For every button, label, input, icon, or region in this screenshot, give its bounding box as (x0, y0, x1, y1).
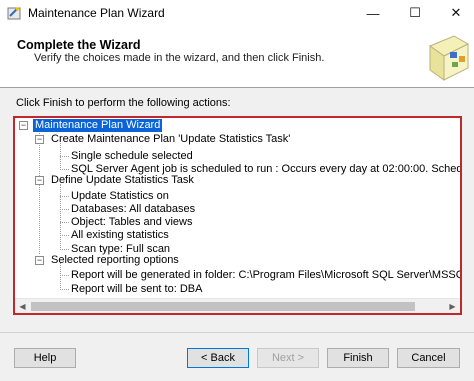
tree-connector (39, 131, 40, 254)
window-title: Maintenance Plan Wizard (28, 6, 165, 20)
actions-tree[interactable]: − Maintenance Plan Wizard − Create Maint… (13, 116, 462, 315)
minimize-button[interactable]: — (355, 0, 391, 26)
footer-divider (0, 332, 474, 333)
tree-node-root[interactable]: Maintenance Plan Wizard (33, 119, 163, 132)
collapse-icon[interactable]: − (19, 121, 28, 130)
horizontal-scrollbar[interactable]: ◀ ▶ (15, 298, 460, 313)
tree-connector (60, 169, 69, 170)
maximize-button[interactable]: ☐ (397, 0, 433, 26)
tree-node-item[interactable]: Databases: All databases (71, 203, 195, 216)
close-icon: ✕ (450, 5, 462, 20)
tree-connector (60, 249, 69, 250)
instruction-text: Click Finish to perform the following ac… (16, 97, 231, 109)
collapse-icon[interactable]: − (35, 256, 44, 265)
collapse-icon[interactable]: − (35, 176, 44, 185)
wizard-header: Complete the Wizard Verify the choices m… (0, 26, 474, 88)
tree-connector (60, 184, 61, 250)
next-button[interactable]: Next > (257, 348, 319, 368)
back-button[interactable]: < Back (187, 348, 249, 368)
tree-node-item[interactable]: Report will be sent to: DBA (71, 283, 202, 296)
tree-viewport: − Maintenance Plan Wizard − Create Maint… (15, 118, 460, 298)
page-subtitle: Verify the choices made in the wizard, a… (34, 52, 325, 64)
tree-connector (60, 263, 61, 290)
tree-connector (60, 196, 69, 197)
tree-node-group[interactable]: Create Maintenance Plan 'Update Statisti… (51, 133, 290, 146)
tree-node-item[interactable]: All existing statistics (71, 229, 169, 242)
title-bar: Maintenance Plan Wizard — ☐ ✕ (0, 0, 474, 26)
tree-node-item[interactable]: Object: Tables and views (71, 216, 192, 229)
scroll-right-icon[interactable]: ▶ (445, 299, 460, 313)
wizard-banner-icon (428, 35, 470, 81)
tree-node-item[interactable]: Report will be generated in folder: C:\P… (71, 269, 460, 282)
tree-connector (60, 275, 69, 276)
help-button[interactable]: Help (14, 348, 76, 368)
scroll-left-icon[interactable]: ◀ (15, 299, 30, 313)
tree-connector (60, 156, 69, 157)
minimize-icon: — (366, 5, 380, 21)
cancel-button[interactable]: Cancel (397, 348, 460, 368)
maximize-icon: ☐ (409, 5, 421, 20)
tree-node-group[interactable]: Define Update Statistics Task (51, 174, 194, 187)
finish-button[interactable]: Finish (327, 348, 389, 368)
tree-connector (60, 235, 69, 236)
tree-connector (60, 289, 69, 290)
page-title: Complete the Wizard (17, 38, 141, 52)
tree-connector (60, 209, 69, 210)
tree-node-item[interactable]: Single schedule selected (71, 150, 193, 163)
tree-node-group[interactable]: Selected reporting options (51, 254, 179, 267)
wizard-icon (7, 7, 21, 20)
close-button[interactable]: ✕ (438, 0, 474, 26)
collapse-icon[interactable]: − (35, 135, 44, 144)
tree-node-item[interactable]: Update Statistics on (71, 190, 169, 203)
scrollbar-thumb[interactable] (31, 302, 415, 311)
tree-connector (60, 222, 69, 223)
